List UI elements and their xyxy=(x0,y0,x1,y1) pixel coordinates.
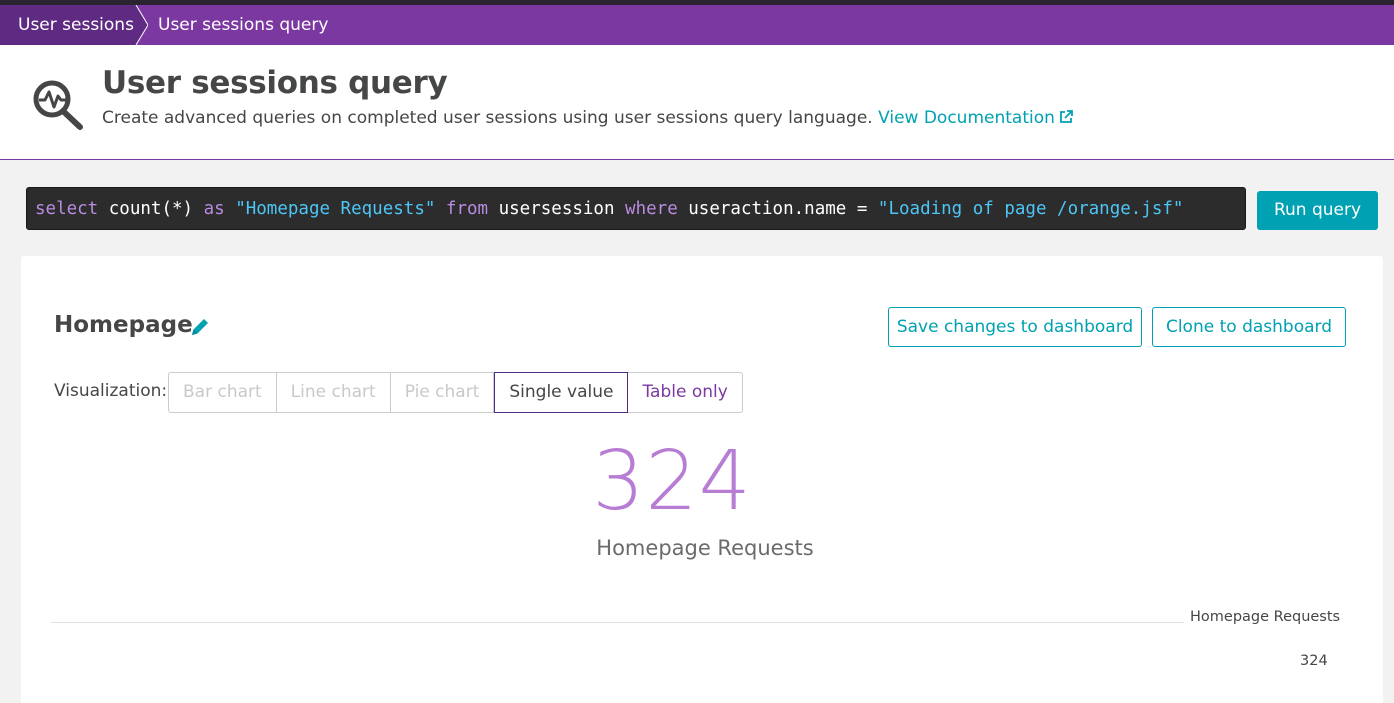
result-card: Homepage Save changes to dashboard Clone… xyxy=(21,256,1383,703)
page-description: Create advanced queries on completed use… xyxy=(102,108,1073,128)
query-token: select xyxy=(35,199,109,219)
query-token: where xyxy=(625,199,689,219)
breadcrumb: User sessions User sessions query xyxy=(0,5,1394,45)
single-value: 324 xyxy=(592,434,752,529)
page-title: User sessions query xyxy=(102,65,448,101)
view-documentation-link[interactable]: View Documentation xyxy=(878,108,1073,128)
breadcrumb-label: User sessions xyxy=(18,15,134,35)
viz-single-value-option[interactable]: Single value xyxy=(494,372,629,413)
query-token: "Homepage Requests" xyxy=(235,199,446,219)
visualization-label: Visualization: xyxy=(54,381,168,401)
query-search-icon xyxy=(33,80,83,130)
doc-link-label: View Documentation xyxy=(878,108,1055,128)
table-cell: 324 xyxy=(1300,653,1328,669)
table-divider xyxy=(51,622,1184,623)
viz-pie-chart-option[interactable]: Pie chart xyxy=(391,373,495,412)
query-token: count(*) xyxy=(108,199,204,219)
page-header: User sessions query Create advanced quer… xyxy=(0,45,1394,160)
viz-line-chart-option[interactable]: Line chart xyxy=(277,373,391,412)
run-query-button[interactable]: Run query xyxy=(1257,191,1378,230)
visualization-selector: Bar chart Line chart Pie chart Single va… xyxy=(168,372,743,413)
single-value-label: Homepage Requests xyxy=(596,536,814,560)
external-link-icon xyxy=(1060,110,1073,123)
query-token: useraction.name = xyxy=(688,199,878,219)
breadcrumb-user-sessions-query[interactable]: User sessions query xyxy=(158,5,328,45)
viz-bar-chart-option[interactable]: Bar chart xyxy=(169,373,277,412)
result-title: Homepage xyxy=(54,312,193,338)
query-token: as xyxy=(203,199,236,219)
query-editor[interactable]: select count(*) as "Homepage Requests" f… xyxy=(26,187,1246,230)
breadcrumb-user-sessions[interactable]: User sessions xyxy=(0,5,148,45)
viz-table-only-option[interactable]: Table only xyxy=(628,373,741,412)
pencil-edit-icon[interactable] xyxy=(189,316,211,338)
table-column-header: Homepage Requests xyxy=(1190,609,1341,625)
description-text: Create advanced queries on completed use… xyxy=(102,108,873,128)
query-token: "Loading of page /orange.jsf" xyxy=(877,199,1184,219)
save-changes-to-dashboard-button[interactable]: Save changes to dashboard xyxy=(888,307,1142,347)
clone-to-dashboard-button[interactable]: Clone to dashboard xyxy=(1152,307,1346,347)
query-token: from xyxy=(445,199,499,219)
query-token: usersession xyxy=(498,199,626,219)
